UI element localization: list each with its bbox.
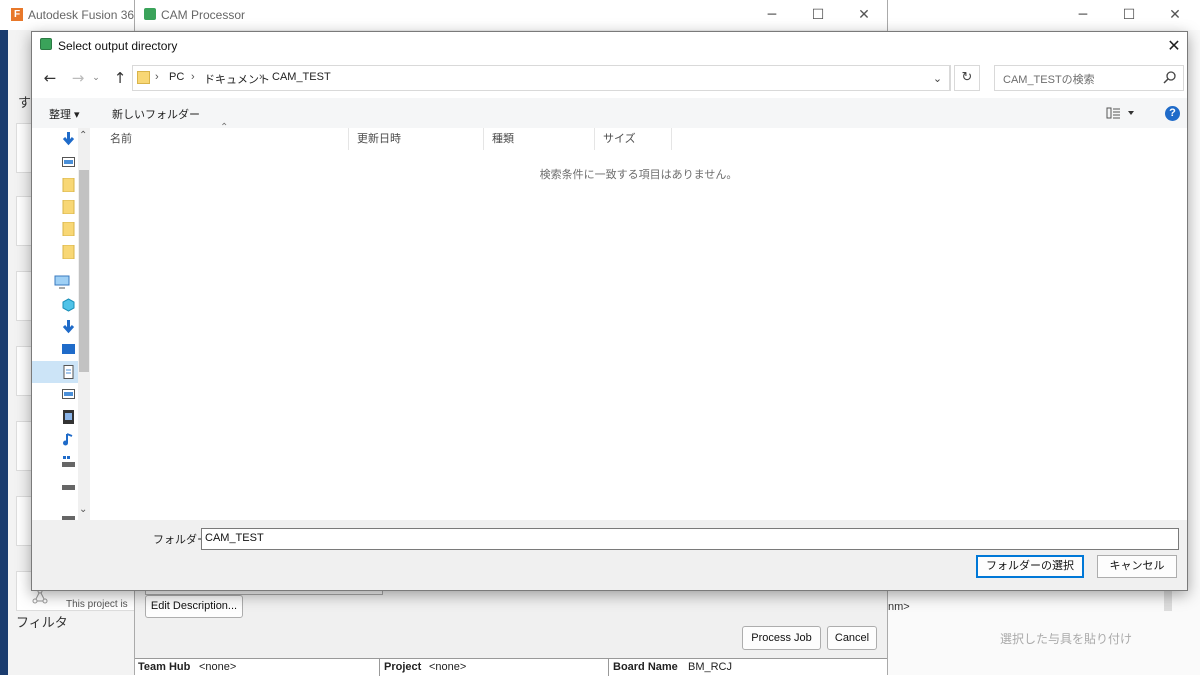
fusion-logo-icon: F <box>11 8 23 21</box>
status-divider <box>379 659 380 676</box>
folder-input[interactable]: CAM_TEST <box>201 528 1179 550</box>
navigation-scrollbar-thumb[interactable] <box>79 170 89 372</box>
cancel-button[interactable]: Cancel <box>827 626 877 650</box>
help-icon[interactable]: ? <box>1165 106 1180 121</box>
desktop-icon[interactable] <box>62 343 75 356</box>
cam-status-bar: Team Hub <none> Project <none> Board Nam… <box>135 658 887 676</box>
scroll-up-chevron-icon[interactable]: ⌃ <box>79 130 87 141</box>
folder-icon[interactable] <box>62 221 75 237</box>
cam-app-icon <box>144 8 156 20</box>
fusion-title: Autodesk Fusion 360 <box>28 8 141 22</box>
fusion-filter-label[interactable]: フィルタ <box>16 612 134 636</box>
select-output-directory-dialog: Select output directory ✕ ← → ⌄ ↑ › PC ›… <box>31 31 1188 591</box>
fusion-right-text: nm> <box>888 601 910 613</box>
search-icon[interactable] <box>1162 70 1178 86</box>
dialog-cancel-button[interactable]: キャンセル <box>1097 555 1177 578</box>
back-arrow-icon[interactable]: ← <box>39 67 61 89</box>
dialog-app-icon <box>40 38 52 50</box>
scroll-down-chevron-icon[interactable]: ⌄ <box>79 504 87 515</box>
videos-icon[interactable] <box>62 410 75 424</box>
column-header-row: 名前 ⌃ 更新日時 種類 サイズ <box>90 122 1187 150</box>
folder-icon[interactable] <box>62 199 75 215</box>
project-text: This project is <box>66 599 128 610</box>
new-folder-button[interactable]: 新しいフォルダー <box>112 106 200 122</box>
dialog-close-icon[interactable]: ✕ <box>1162 34 1186 58</box>
documents-icon[interactable] <box>62 365 75 379</box>
fusion-sidebar-strip <box>0 30 8 675</box>
fusion-minimize-icon[interactable]: ─ <box>1060 0 1106 30</box>
dialog-title-bar: Select output directory ✕ <box>32 32 1187 60</box>
this-pc-icon[interactable] <box>54 275 70 289</box>
empty-folder-message: 検索条件に一致する項目はありません。 <box>539 169 738 181</box>
forward-arrow-icon[interactable]: → <box>67 67 89 89</box>
breadcrumb-pc[interactable]: PC <box>169 71 184 83</box>
search-input[interactable]: CAM_TESTの検索 <box>994 65 1184 91</box>
pictures-icon[interactable] <box>62 388 75 401</box>
fusion-left-text: す <box>18 96 32 111</box>
project-label: Project <box>384 661 422 673</box>
recent-locations-chevron-icon[interactable]: ⌄ <box>90 67 102 89</box>
column-size[interactable]: サイズ <box>595 128 672 150</box>
drive-icon[interactable] <box>62 480 75 493</box>
refresh-icon[interactable]: ↻ <box>954 65 980 91</box>
team-hub-label: Team Hub <box>138 661 191 673</box>
breadcrumb-separator-icon: › <box>155 71 159 83</box>
dialog-title: Select output directory <box>58 39 178 53</box>
breadcrumb-separator-icon: › <box>259 71 263 83</box>
folder-icon[interactable] <box>62 177 75 193</box>
fusion-maximize-icon[interactable]: ☐ <box>1106 0 1152 30</box>
cam-title: CAM Processor <box>161 8 246 22</box>
up-arrow-icon[interactable]: ↑ <box>109 67 131 89</box>
pictures-icon[interactable] <box>62 156 75 169</box>
board-name-label: Board Name <box>613 661 678 673</box>
folder-icon <box>137 71 150 84</box>
windows-drive-icon[interactable] <box>62 456 75 469</box>
cam-close-icon[interactable]: ✕ <box>841 0 887 30</box>
process-job-button[interactable]: Process Job <box>742 626 821 650</box>
cam-minimize-icon[interactable]: ─ <box>749 0 795 30</box>
downloads-icon[interactable] <box>62 132 75 146</box>
organize-menu[interactable]: 整理 ▾ <box>49 106 80 122</box>
column-type[interactable]: 種類 <box>484 128 595 150</box>
select-folder-button[interactable]: フォルダーの選択 <box>976 555 1084 578</box>
board-name-value: BM_RCJ <box>688 661 733 673</box>
breadcrumb-cam-test[interactable]: CAM_TEST <box>272 71 331 83</box>
music-icon[interactable] <box>62 432 75 446</box>
fusion-right-text-2: 選択した与具を貼り付け <box>1000 632 1133 646</box>
column-date-modified[interactable]: 更新日時 <box>349 128 484 150</box>
3d-objects-icon[interactable] <box>62 298 75 312</box>
cam-maximize-icon[interactable]: ☐ <box>795 0 841 30</box>
sort-ascending-icon: ⌃ <box>220 122 229 133</box>
folder-icon[interactable] <box>62 244 75 260</box>
project-value: <none> <box>429 661 467 673</box>
dialog-toolbar: 整理 ▾ 新しいフォルダー <box>32 98 1187 128</box>
address-dropdown-icon[interactable]: ⌄ <box>925 65 951 91</box>
fusion-close-icon[interactable]: ✕ <box>1152 0 1198 30</box>
view-options-icon[interactable] <box>1106 106 1136 120</box>
cam-title-bar: CAM Processor ─ ☐ ✕ <box>135 0 887 30</box>
status-divider <box>608 659 609 676</box>
edit-description-button[interactable]: Edit Description... <box>145 595 243 618</box>
downloads-icon[interactable] <box>62 320 75 334</box>
team-hub-value: <none> <box>199 661 237 673</box>
breadcrumb-separator-icon: › <box>191 71 195 83</box>
address-bar[interactable]: › PC › ドキュメント › CAM_TEST <box>132 65 950 91</box>
